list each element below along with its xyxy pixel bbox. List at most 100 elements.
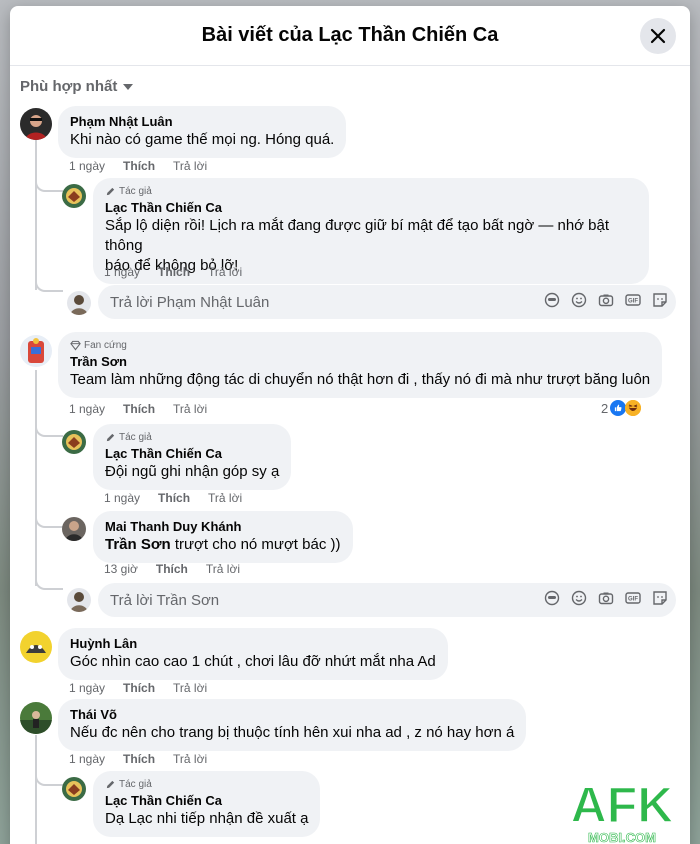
afk-mobi-watermark: AFK MOBI.COM xyxy=(570,766,674,844)
reply-time[interactable]: 13 giờ xyxy=(104,562,138,576)
author-badge: Tác giả xyxy=(105,186,637,197)
page-avatar-icon xyxy=(62,430,86,454)
reply-actions: 1 ngày Thích Trả lời xyxy=(104,265,242,279)
like-button[interactable]: Thích xyxy=(123,752,155,766)
chevron-down-icon xyxy=(123,83,134,90)
reply-text: Trần Sơn trượt cho nó mượt bác )) xyxy=(105,536,341,553)
reply-input[interactable]: Trả lời Phạm Nhật Luân GIF xyxy=(98,285,676,319)
author-badge: Tác giả xyxy=(105,432,279,443)
reply-author[interactable]: Lạc Thần Chiến Ca xyxy=(105,200,637,216)
avatar[interactable] xyxy=(20,702,52,734)
comment-bubble: Huỳnh Lân Góc nhìn cao cao 1 chút , chơi… xyxy=(58,628,448,680)
like-button[interactable]: Thích xyxy=(123,681,155,695)
comment-author[interactable]: Thái Võ xyxy=(70,707,514,723)
avatar[interactable] xyxy=(62,517,86,541)
sticker-icon[interactable] xyxy=(652,590,668,606)
gif-icon[interactable]: GIF xyxy=(625,590,641,606)
page-avatar-icon xyxy=(62,184,86,208)
page-avatar-icon xyxy=(62,777,86,801)
reply-placeholder: Trả lời Phạm Nhật Luân xyxy=(110,293,270,311)
emoji-icon[interactable] xyxy=(571,590,587,606)
comment-time[interactable]: 1 ngày xyxy=(69,681,105,695)
reply-button[interactable]: Trả lời xyxy=(173,159,207,173)
sticker-icon[interactable] xyxy=(652,292,668,308)
avatar-sticker-icon[interactable] xyxy=(544,292,560,308)
svg-text:AFK: AFK xyxy=(572,777,672,833)
composer-icons: GIF xyxy=(544,292,668,308)
like-button[interactable]: Thích xyxy=(123,159,155,173)
like-button[interactable]: Thích xyxy=(158,491,190,505)
pencil-icon xyxy=(106,433,115,442)
avatar[interactable] xyxy=(20,631,52,663)
sort-dropdown[interactable]: Phù hợp nhất xyxy=(20,78,134,95)
comment-text: Góc nhìn cao cao 1 chút , chơi lâu đỡ nh… xyxy=(70,653,436,670)
reply-button[interactable]: Trả lời xyxy=(206,562,240,576)
comment-author[interactable]: Phạm Nhật Luân xyxy=(70,114,334,130)
sort-label: Phù hợp nhất xyxy=(20,78,118,95)
reaction-summary[interactable]: 2 xyxy=(601,400,642,416)
user-avatar-icon xyxy=(70,592,88,612)
thread-connector xyxy=(35,272,63,292)
avatar[interactable] xyxy=(20,108,52,140)
avatar[interactable] xyxy=(62,430,86,454)
reply-actions: 13 giờ Thích Trả lời xyxy=(104,562,240,576)
close-button[interactable] xyxy=(640,18,676,54)
reply-button[interactable]: Trả lời xyxy=(173,681,207,695)
reply-button[interactable]: Trả lời xyxy=(173,752,207,766)
reply-text: Đội ngũ ghi nhận góp sy ạ xyxy=(105,463,280,480)
svg-text:MOBI.COM: MOBI.COM xyxy=(588,830,656,844)
comment-author[interactable]: Huỳnh Lân xyxy=(70,636,436,652)
reply-button[interactable]: Trả lời xyxy=(208,265,242,279)
camera-icon[interactable] xyxy=(598,590,614,606)
thread-connector xyxy=(35,423,63,437)
reply-author[interactable]: Lạc Thần Chiến Ca xyxy=(105,446,279,462)
avatar[interactable] xyxy=(62,184,86,208)
comment-bubble: Phạm Nhật Luân Khi nào có game thế mọi n… xyxy=(58,106,347,158)
like-button[interactable]: Thích xyxy=(158,265,190,279)
gif-icon[interactable]: GIF xyxy=(625,292,641,308)
reply-time[interactable]: 1 ngày xyxy=(104,491,140,505)
user-avatar-icon xyxy=(20,702,52,734)
comment-actions: 1 ngày Thích Trả lời xyxy=(69,402,207,416)
avatar[interactable] xyxy=(62,777,86,801)
camera-icon[interactable] xyxy=(598,292,614,308)
comment-actions: 1 ngày Thích Trả lời xyxy=(69,681,207,695)
fan-badge: Fan cứng xyxy=(70,340,650,351)
like-button[interactable]: Thích xyxy=(156,562,188,576)
mention-link[interactable]: Trần Sơn xyxy=(105,536,171,553)
user-avatar-icon xyxy=(70,295,88,315)
my-avatar[interactable] xyxy=(67,588,91,612)
comment-time[interactable]: 1 ngày xyxy=(69,752,105,766)
dialog-header: Bài viết của Lạc Thần Chiến Ca xyxy=(10,6,690,66)
my-avatar[interactable] xyxy=(67,291,91,315)
reply-author[interactable]: Lạc Thần Chiến Ca xyxy=(105,793,308,809)
svg-text:GIF: GIF xyxy=(628,299,638,305)
comment-author[interactable]: Trần Sơn xyxy=(70,354,650,370)
emoji-icon[interactable] xyxy=(571,292,587,308)
reply-button[interactable]: Trả lời xyxy=(173,402,207,416)
user-avatar-icon xyxy=(20,335,52,367)
reply-button[interactable]: Trả lời xyxy=(208,491,242,505)
avatar[interactable] xyxy=(20,335,52,367)
reply-text: Dạ Lạc nhi tiếp nhận đề xuất ạ xyxy=(105,810,309,827)
avatar-sticker-icon[interactable] xyxy=(544,590,560,606)
reply-bubble: Tác giả Lạc Thần Chiến Ca Đội ngũ ghi nh… xyxy=(93,424,292,490)
thread-connector xyxy=(35,514,63,528)
thread-connector xyxy=(35,570,63,590)
thread-line xyxy=(35,735,37,844)
reply-input[interactable]: Trả lời Trần Sơn GIF xyxy=(98,583,676,617)
comment-text: Khi nào có game thế mọi ng. Hóng quá. xyxy=(70,131,335,148)
thread-connector xyxy=(35,772,63,786)
reply-time[interactable]: 1 ngày xyxy=(104,265,140,279)
reaction-count: 2 xyxy=(601,400,609,416)
svg-text:GIF: GIF xyxy=(628,597,638,603)
pencil-icon xyxy=(106,187,115,196)
like-button[interactable]: Thích xyxy=(123,402,155,416)
reply-placeholder: Trả lời Trần Sơn xyxy=(110,591,220,609)
reply-author[interactable]: Mai Thanh Duy Khánh xyxy=(105,519,341,535)
user-avatar-icon xyxy=(20,631,52,663)
comment-time[interactable]: 1 ngày xyxy=(69,159,105,173)
afk-logo-icon: AFK MOBI.COM xyxy=(570,776,674,844)
comment-time[interactable]: 1 ngày xyxy=(69,402,105,416)
close-icon xyxy=(650,28,666,44)
